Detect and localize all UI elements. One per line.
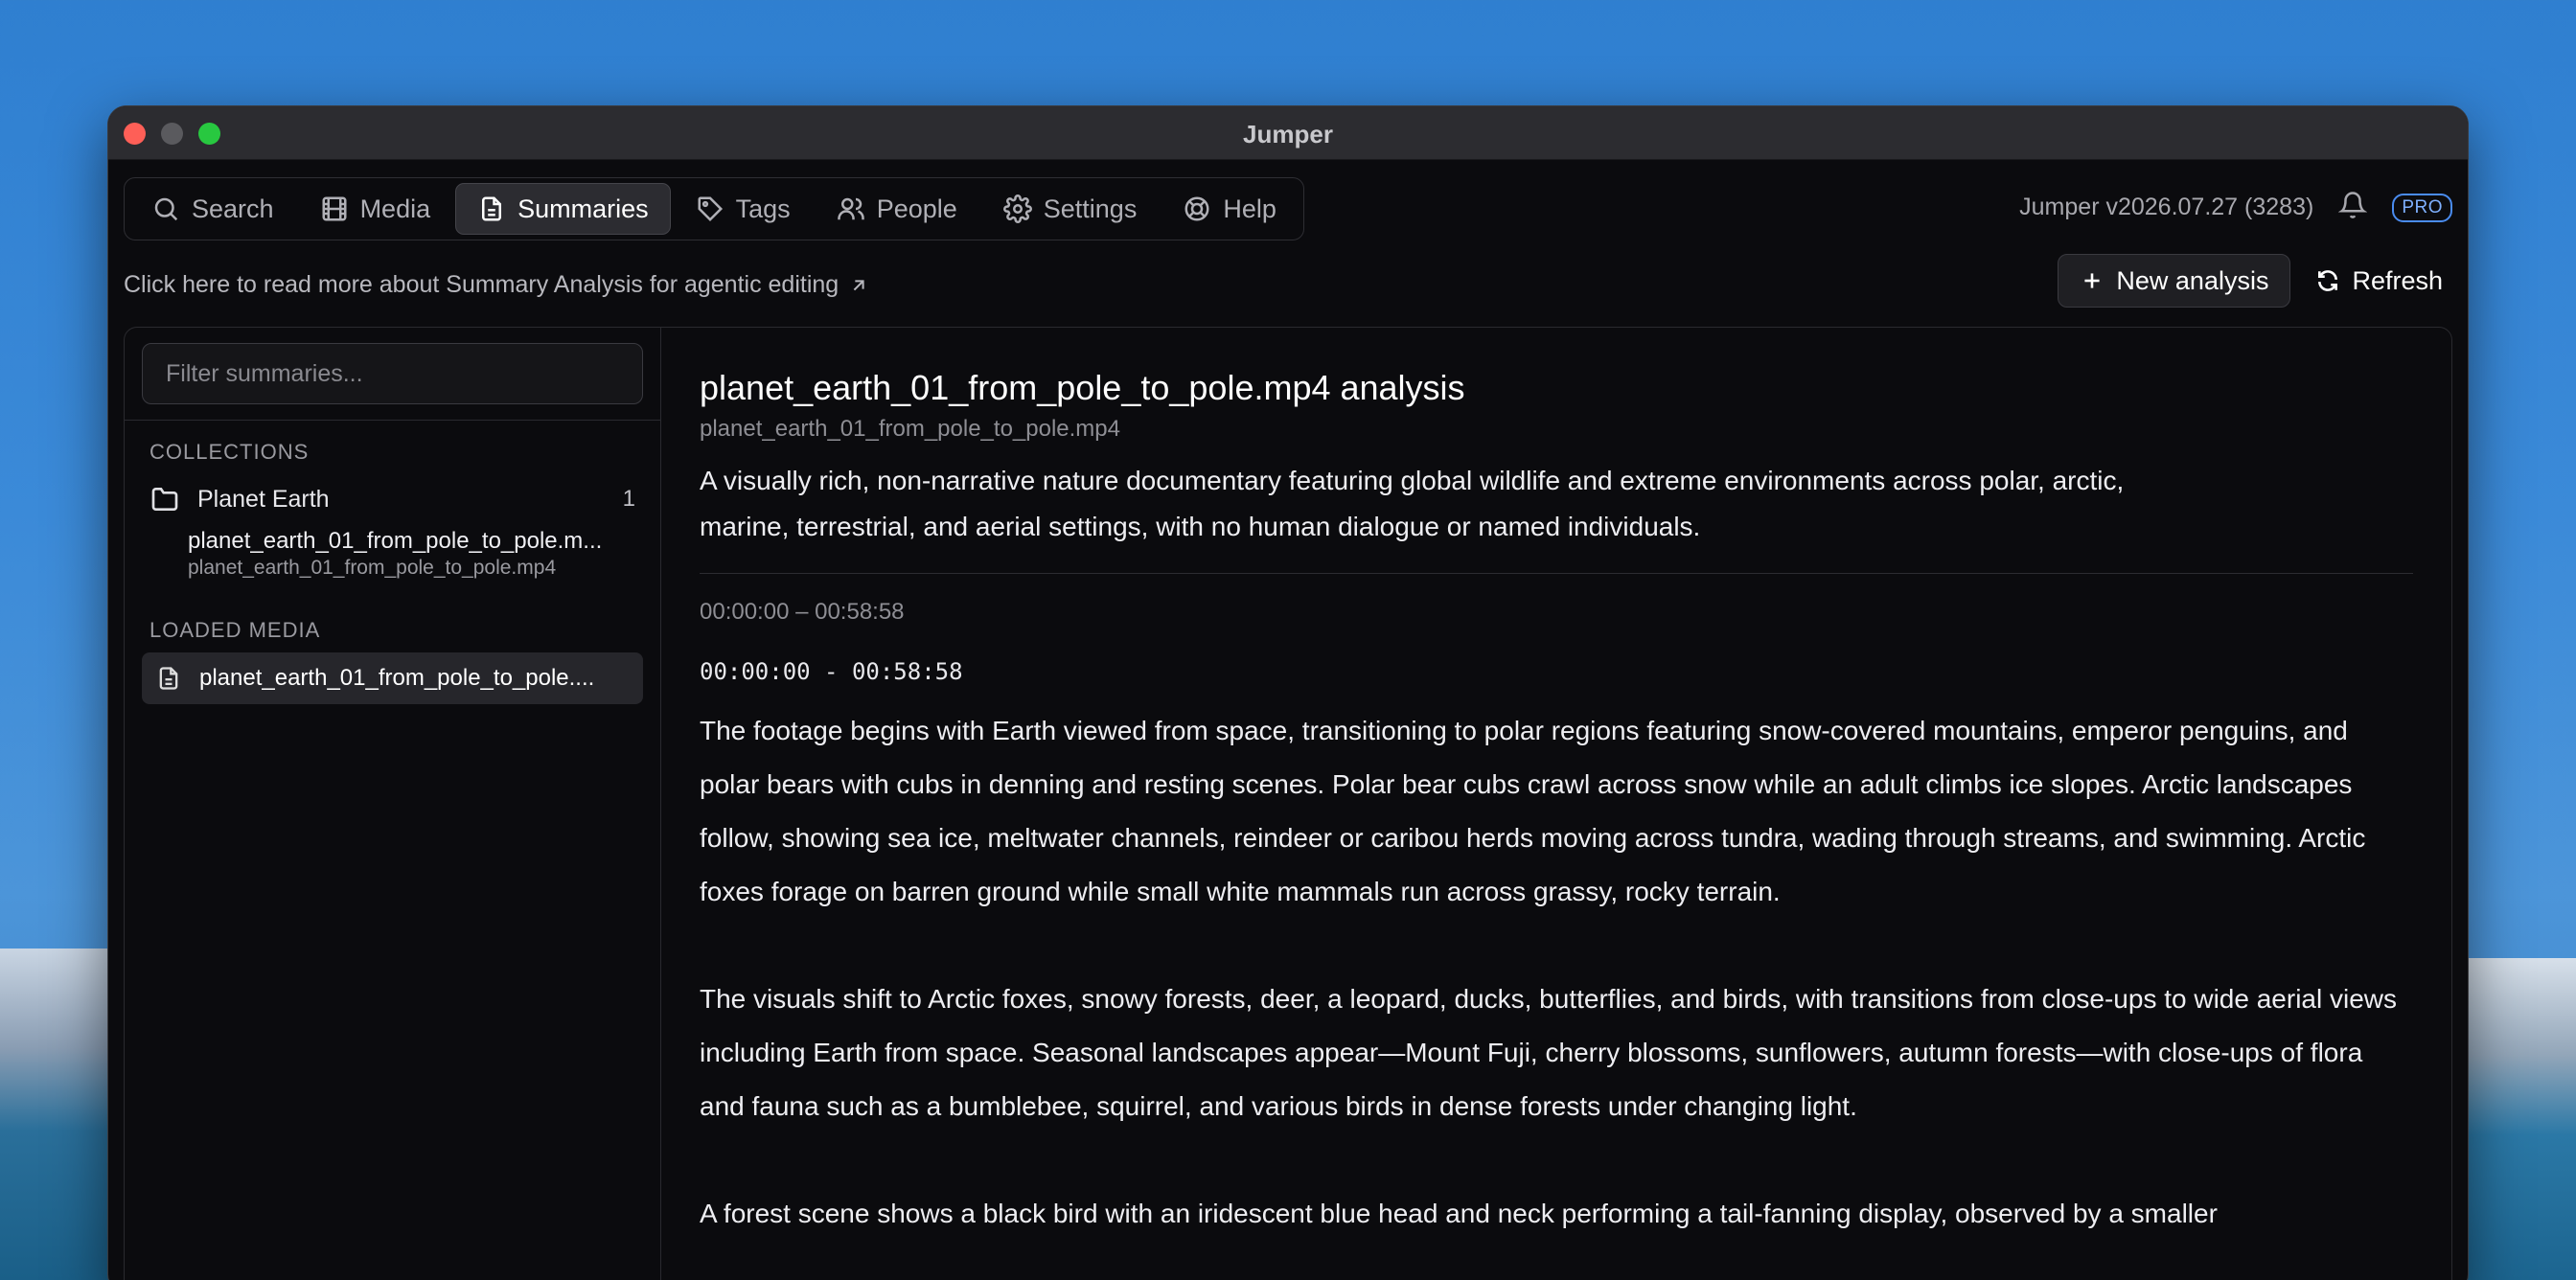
summary-paragraph: A forest scene shows a black bird with a… <box>700 1199 2218 1228</box>
tab-tags-label: Tags <box>735 194 791 223</box>
notifications-button[interactable] <box>2337 191 2368 224</box>
summary-analysis-info-link[interactable]: Click here to read more about Summary An… <box>124 271 869 299</box>
tab-summaries-label: Summaries <box>518 194 649 223</box>
desktop-wallpaper-right <box>2461 958 2576 1280</box>
folder-icon <box>151 488 178 511</box>
tab-people[interactable]: People <box>816 183 978 235</box>
new-analysis-label: New analysis <box>2116 265 2269 295</box>
collection-count: 1 <box>622 486 635 512</box>
summary-actions: New analysis Refresh <box>2058 254 2452 308</box>
desktop-wallpaper-left <box>0 949 115 1280</box>
header-right: Jumper v2026.07.27 (3283) PRO <box>2019 191 2452 224</box>
tag-icon <box>698 196 723 222</box>
top-navigation: Search Media Summaries Tags People Setti… <box>108 160 2468 248</box>
document-icon <box>482 196 502 221</box>
tab-settings-label: Settings <box>1043 194 1138 223</box>
film-icon <box>322 196 347 221</box>
summary-paragraph: The footage begins with Earth viewed fro… <box>700 716 2366 906</box>
tab-summaries[interactable]: Summaries <box>455 183 671 235</box>
summary-paragraph: The visuals shift to Arctic foxes, snowy… <box>700 984 2397 1121</box>
loaded-media-heading: LOADED MEDIA <box>150 618 321 642</box>
tab-help-label: Help <box>1223 194 1276 223</box>
loaded-media-item[interactable]: planet_earth_01_from_pole_to_pole.... <box>142 652 643 704</box>
lifebuoy-icon <box>1184 196 1209 221</box>
summaries-sidebar: COLLECTIONS Planet Earth 1 planet_earth_… <box>125 328 661 1280</box>
tab-media[interactable]: Media <box>299 183 452 235</box>
pro-badge: PRO <box>2392 193 2452 222</box>
collection-summary-item[interactable]: planet_earth_01_from_pole_to_pole.m... p… <box>125 524 660 580</box>
segment-time-range: 00:00:00 - 00:58:58 <box>700 658 963 685</box>
tab-search-label: Search <box>192 194 274 223</box>
summary-description: A visually rich, non-narrative nature do… <box>700 466 2125 541</box>
tab-help[interactable]: Help <box>1162 183 1298 235</box>
bell-icon <box>2337 192 2368 218</box>
people-icon <box>837 197 864 220</box>
loaded-media-name: planet_earth_01_from_pole_to_pole.... <box>199 665 595 691</box>
tab-settings[interactable]: Settings <box>982 183 1159 235</box>
new-analysis-button[interactable]: New analysis <box>2058 254 2291 308</box>
tab-media-label: Media <box>359 194 431 223</box>
divider <box>700 573 2413 574</box>
collection-item-name: planet_earth_01_from_pole_to_pole.m... <box>188 528 603 554</box>
plus-icon <box>2084 273 2100 288</box>
refresh-label: Refresh <box>2352 265 2443 295</box>
summary-title: planet_earth_01_from_pole_to_pole.mp4 an… <box>700 368 1465 407</box>
refresh-icon <box>2318 270 2338 291</box>
filter-container <box>125 328 660 421</box>
summary-content: planet_earth_01_from_pole_to_pole.mp4 an… <box>661 328 2451 1280</box>
summaries-panel: COLLECTIONS Planet Earth 1 planet_earth_… <box>124 327 2452 1280</box>
tab-people-label: People <box>876 194 957 223</box>
filter-summaries-input[interactable] <box>142 343 643 404</box>
summary-filename: planet_earth_01_from_pole_to_pole.mp4 <box>700 416 1120 442</box>
titlebar: Jumper <box>108 106 2468 160</box>
document-icon <box>159 667 178 690</box>
info-bar: Click here to read more about Summary An… <box>108 248 2468 327</box>
app-window: Jumper Search Media Summaries Tags Peopl <box>107 105 2469 1280</box>
nav-tabs: Search Media Summaries Tags People Setti… <box>124 177 1304 240</box>
info-link-text: Click here to read more about Summary An… <box>124 271 840 298</box>
tab-search[interactable]: Search <box>130 183 295 235</box>
tab-tags[interactable]: Tags <box>675 183 812 235</box>
summary-time-range: 00:00:00 – 00:58:58 <box>700 599 905 625</box>
collections-heading: COLLECTIONS <box>150 440 310 464</box>
collection-name: Planet Earth <box>197 485 330 513</box>
window-title: Jumper <box>1243 120 1333 149</box>
collection-planet-earth[interactable]: Planet Earth 1 <box>125 474 660 524</box>
refresh-button[interactable]: Refresh <box>2306 254 2452 308</box>
search-icon <box>154 197 178 221</box>
version-label: Jumper v2026.07.27 (3283) <box>2019 194 2314 220</box>
gear-icon <box>1002 194 1032 223</box>
collection-item-filename: planet_earth_01_from_pole_to_pole.mp4 <box>188 557 557 579</box>
external-link-icon <box>853 279 864 290</box>
